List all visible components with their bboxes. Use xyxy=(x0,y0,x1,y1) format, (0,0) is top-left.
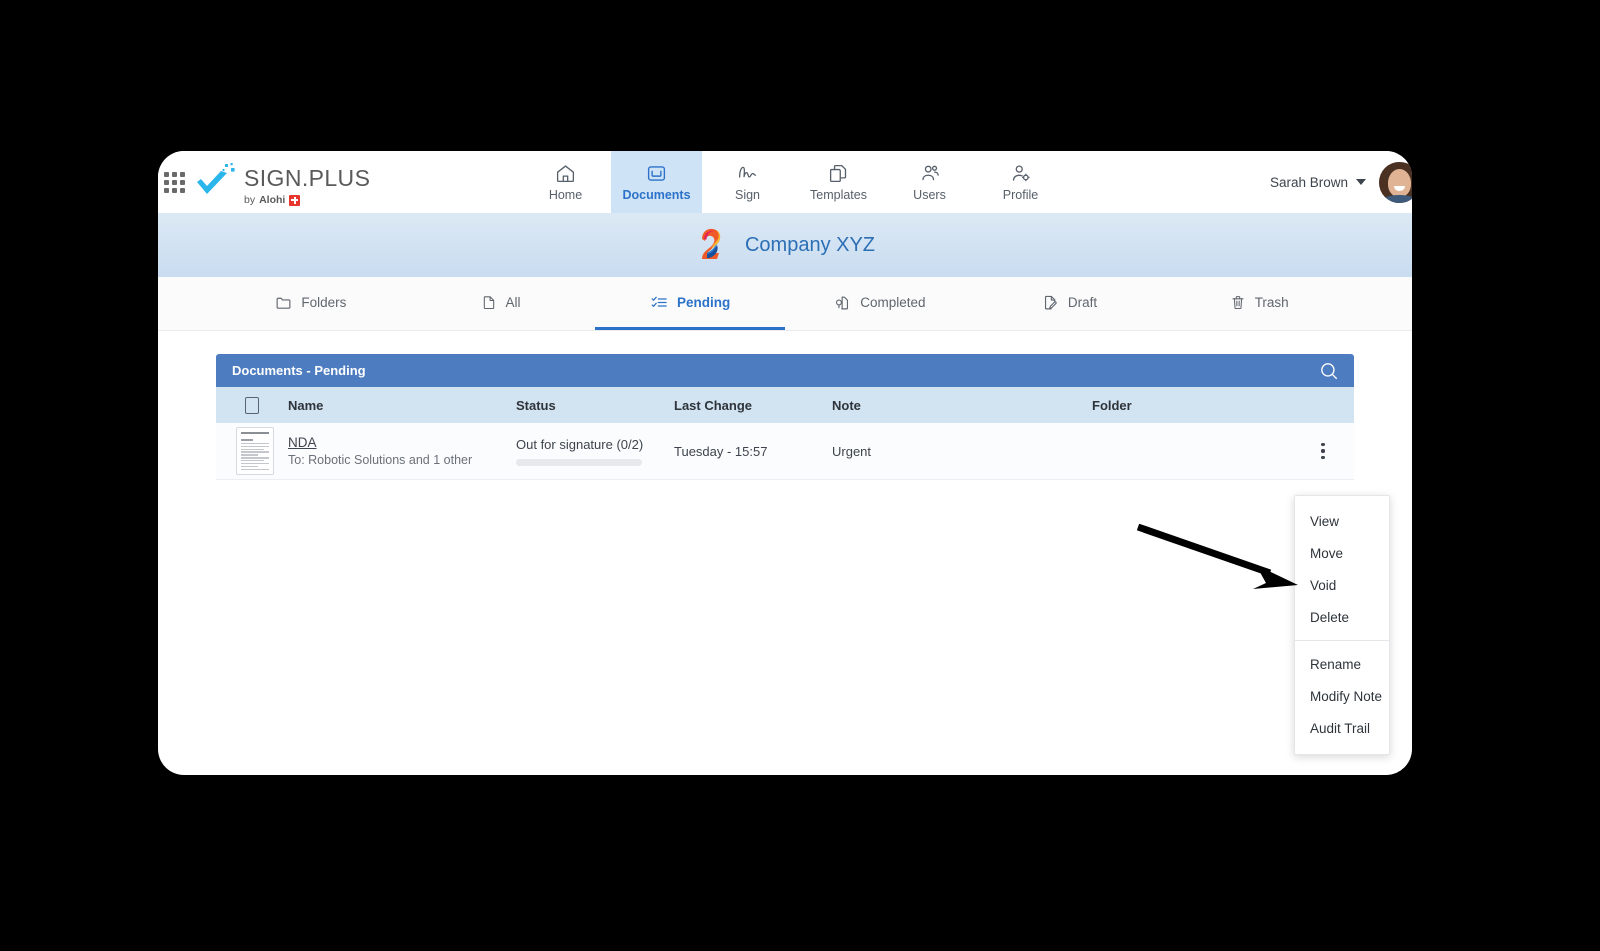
menu-divider xyxy=(1295,640,1389,641)
folder-icon xyxy=(275,294,292,311)
document-name-cell: NDA To: Robotic Solutions and 1 other xyxy=(288,435,516,467)
column-header-note: Note xyxy=(832,398,1092,413)
chevron-down-icon[interactable] xyxy=(1356,179,1366,185)
column-header-folder: Folder xyxy=(1092,398,1354,413)
user-name: Sarah Brown xyxy=(1270,175,1348,190)
signature-progress-bar xyxy=(516,459,642,466)
document-tabs: Folders All Pending xyxy=(158,277,1412,331)
apps-grid-icon[interactable] xyxy=(162,170,186,194)
nav-item-home[interactable]: Home xyxy=(520,151,611,213)
brand-name: SIGN.PLUS xyxy=(244,167,370,190)
menu-item-delete[interactable]: Delete xyxy=(1295,601,1389,633)
checklist-icon xyxy=(650,294,668,311)
tab-label-trash: Trash xyxy=(1255,295,1289,310)
brand-byline-name: Alohi xyxy=(259,194,285,206)
status-text: Out for signature (0/2) xyxy=(516,437,643,452)
nav-item-templates[interactable]: Templates xyxy=(793,151,884,213)
swiss-flag-icon xyxy=(289,195,300,206)
company-name: Company XYZ xyxy=(745,234,875,257)
blue-check-logo-icon xyxy=(195,163,241,203)
tab-label-all: All xyxy=(506,295,521,310)
brand-byline: by Alohi xyxy=(244,194,370,206)
menu-item-modify-note[interactable]: Modify Note xyxy=(1295,680,1389,712)
tab-label-completed: Completed xyxy=(860,295,925,310)
search-icon[interactable] xyxy=(1318,360,1340,382)
brand-logo[interactable]: SIGN.PLUS by Alohi xyxy=(195,163,370,206)
panel-title: Documents - Pending xyxy=(232,363,366,378)
home-icon xyxy=(555,163,576,185)
app-window: SIGN.PLUS by Alohi Home xyxy=(158,151,1412,775)
users-group-icon xyxy=(919,163,941,185)
tab-label-folders: Folders xyxy=(301,295,346,310)
nav-label-users: Users xyxy=(913,188,946,202)
brand-byline-prefix: by xyxy=(244,194,255,206)
nav-item-users[interactable]: Users xyxy=(884,151,975,213)
file-pencil-icon xyxy=(1042,294,1059,311)
document-last-change: Tuesday - 15:57 xyxy=(674,444,832,459)
top-navigation-bar: SIGN.PLUS by Alohi Home xyxy=(158,151,1412,213)
trash-icon xyxy=(1230,294,1246,311)
column-header-last-change: Last Change xyxy=(674,398,832,413)
main-nav: Home Documents Sign xyxy=(520,151,1066,213)
tab-label-draft: Draft xyxy=(1068,295,1097,310)
kebab-menu-icon[interactable] xyxy=(1312,438,1334,464)
column-header-name: Name xyxy=(288,398,516,413)
document-thumbnail[interactable] xyxy=(216,427,288,475)
document-name-link[interactable]: NDA xyxy=(288,435,317,450)
avatar[interactable] xyxy=(1379,162,1412,203)
file-check-icon xyxy=(834,294,851,311)
company-banner: Company XYZ xyxy=(158,213,1412,277)
nav-label-documents: Documents xyxy=(622,188,690,202)
company-swirl-logo-icon xyxy=(695,226,729,264)
panel-header: Documents - Pending xyxy=(216,354,1354,387)
document-recipients: To: Robotic Solutions and 1 other xyxy=(288,453,472,467)
documents-table-panel: Documents - Pending Name Status Last Cha… xyxy=(216,354,1354,480)
select-all-checkbox[interactable] xyxy=(245,397,259,414)
tab-completed[interactable]: Completed xyxy=(785,277,975,330)
nav-label-templates: Templates xyxy=(810,188,867,202)
document-status-cell: Out for signature (0/2) xyxy=(516,437,674,466)
copy-pages-icon xyxy=(828,163,849,185)
tab-label-pending: Pending xyxy=(677,295,730,310)
select-all-checkbox-cell xyxy=(216,397,288,414)
tab-pending[interactable]: Pending xyxy=(595,277,785,330)
nav-item-sign[interactable]: Sign xyxy=(702,151,793,213)
table-column-headers: Name Status Last Change Note Folder xyxy=(216,387,1354,423)
user-gear-icon xyxy=(1010,163,1032,185)
tab-trash[interactable]: Trash xyxy=(1164,277,1354,330)
nav-item-documents[interactable]: Documents xyxy=(611,151,702,213)
nav-label-home: Home xyxy=(549,188,582,202)
user-menu[interactable]: Sarah Brown xyxy=(1270,151,1412,213)
nav-item-profile[interactable]: Profile xyxy=(975,151,1066,213)
signature-icon xyxy=(736,163,759,185)
tab-all[interactable]: All xyxy=(406,277,596,330)
menu-item-void[interactable]: Void xyxy=(1295,569,1389,601)
menu-item-audit-trail[interactable]: Audit Trail xyxy=(1295,712,1389,744)
column-header-status: Status xyxy=(516,398,674,413)
file-icon xyxy=(481,294,497,311)
menu-item-move[interactable]: Move xyxy=(1295,537,1389,569)
inbox-icon xyxy=(646,163,667,185)
tab-draft[interactable]: Draft xyxy=(975,277,1165,330)
row-context-menu: View Move Void Delete Rename Modify Note… xyxy=(1294,495,1390,755)
document-note: Urgent xyxy=(832,444,1092,459)
menu-item-rename[interactable]: Rename xyxy=(1295,648,1389,680)
tab-folders[interactable]: Folders xyxy=(216,277,406,330)
nav-label-sign: Sign xyxy=(735,188,760,202)
table-row[interactable]: NDA To: Robotic Solutions and 1 other Ou… xyxy=(216,423,1354,480)
menu-item-view[interactable]: View xyxy=(1295,505,1389,537)
nav-label-profile: Profile xyxy=(1003,188,1038,202)
